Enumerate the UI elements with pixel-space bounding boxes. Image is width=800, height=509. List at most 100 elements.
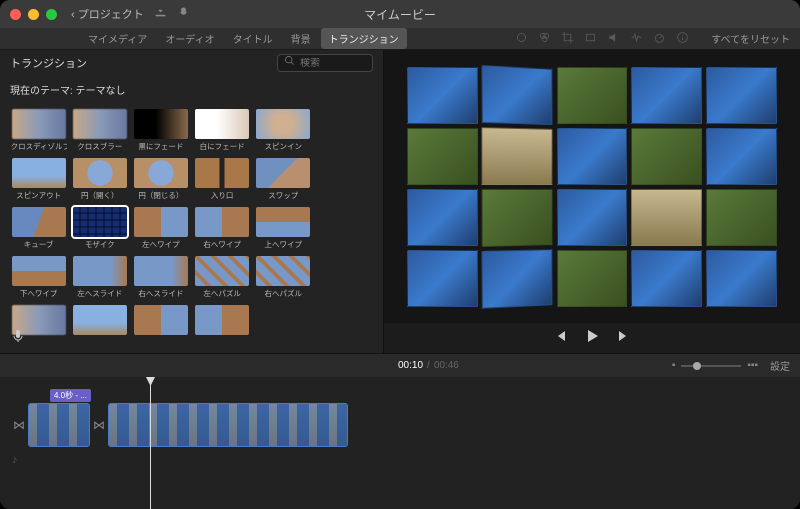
- transition-label: クロスブラー: [77, 141, 122, 152]
- transition-item[interactable]: 右へスライド: [132, 256, 189, 299]
- transition-thumbnail: [12, 158, 66, 188]
- transition-marker[interactable]: ⋈: [12, 418, 26, 432]
- transition-item[interactable]: スワップ: [255, 158, 312, 201]
- transition-item[interactable]: 左へスライド: [71, 256, 128, 299]
- back-to-projects-button[interactable]: ‹ プロジェクト: [71, 6, 144, 22]
- zoom-in-icon[interactable]: ▪▪▪: [747, 360, 758, 371]
- next-frame-button[interactable]: [616, 328, 632, 349]
- playback-controls: [384, 323, 800, 353]
- reset-all-button[interactable]: すべてをリセット: [711, 31, 790, 46]
- transition-marker[interactable]: ⋈: [92, 418, 106, 432]
- transition-thumbnail: [134, 256, 188, 286]
- settings-button[interactable]: 設定: [770, 358, 790, 373]
- time-total: 00:46: [434, 360, 459, 371]
- transition-item[interactable]: 白にフェード: [194, 109, 251, 152]
- transition-thumbnail: [195, 256, 249, 286]
- transition-label: 右へパズル: [264, 288, 302, 299]
- time-bar: 00:10 / 00:46 ▪ ▪▪▪ 設定: [0, 353, 800, 377]
- transition-thumbnail: [73, 158, 127, 188]
- transition-item[interactable]: キューブ: [10, 207, 67, 250]
- transition-item[interactable]: 入り口: [194, 158, 251, 201]
- noise-reduce-icon[interactable]: [630, 31, 643, 47]
- titlebar: ‹ プロジェクト マイムービー: [0, 0, 800, 28]
- tab-4[interactable]: トランジション: [321, 28, 407, 49]
- tab-0[interactable]: マイメディア: [80, 28, 155, 49]
- transition-item[interactable]: モザイク: [71, 207, 128, 250]
- timeline[interactable]: 4.0秒 - ... ⋈⋈ ♪: [0, 377, 800, 509]
- tab-3[interactable]: 背景: [283, 28, 319, 49]
- transition-item: [132, 305, 189, 337]
- zoom-control[interactable]: ▪ ▪▪▪: [672, 360, 758, 371]
- transition-thumbnail: [256, 109, 310, 139]
- zoom-window-button[interactable]: [46, 9, 57, 20]
- transition-label: モザイク: [85, 239, 115, 250]
- color-balance-icon[interactable]: [538, 31, 551, 47]
- transition-thumbnail: [195, 207, 249, 237]
- transition-label: スピンアウト: [16, 190, 61, 201]
- transitions-grid: クロスディゾルブクロスブラー黒にフェード白にフェードスピンインスピンアウト円（開…: [0, 103, 383, 353]
- audio-track[interactable]: ♪: [12, 453, 788, 467]
- transition-thumbnail: [134, 207, 188, 237]
- transition-item[interactable]: 円（閉じる）: [132, 158, 189, 201]
- transition-label: キューブ: [24, 239, 54, 250]
- transitions-browser: トランジション 現在のテーマ: テーマなし クロスディゾルブクロスブラー黒にフェ…: [0, 50, 384, 353]
- browser-title: トランジション: [10, 55, 269, 71]
- transition-item[interactable]: 右へパズル: [255, 256, 312, 299]
- prev-frame-button[interactable]: [552, 328, 568, 349]
- tab-2[interactable]: タイトル: [225, 28, 281, 49]
- viewer-tools: すべてをリセット: [515, 31, 790, 47]
- toolbar: マイメディアオーディオタイトル背景トランジション すべてをリセット: [0, 28, 800, 50]
- app-window: ‹ プロジェクト マイムービー マイメディアオーディオタイトル背景トランジション…: [0, 0, 800, 509]
- transition-thumbnail: [195, 109, 249, 139]
- transition-item[interactable]: クロスブラー: [71, 109, 128, 152]
- video-clip[interactable]: [28, 403, 90, 447]
- transition-item: [194, 305, 251, 337]
- mic-record-icon[interactable]: [177, 5, 190, 23]
- transition-thumbnail: [73, 109, 127, 139]
- transition-thumbnail: [12, 109, 66, 139]
- stabilize-icon[interactable]: [584, 31, 597, 47]
- search-icon: [283, 54, 296, 72]
- project-title: マイムービー: [364, 6, 436, 23]
- transition-item[interactable]: 左へワイプ: [132, 207, 189, 250]
- close-window-button[interactable]: [10, 9, 21, 20]
- preview-panel: [384, 50, 800, 353]
- transition-item[interactable]: 左へパズル: [194, 256, 251, 299]
- titlebar-icons: [154, 5, 190, 23]
- transition-thumbnail: [73, 305, 127, 335]
- import-media-icon[interactable]: [154, 5, 167, 23]
- transition-item[interactable]: 下へワイプ: [10, 256, 67, 299]
- speed-icon[interactable]: [653, 31, 666, 47]
- transition-item[interactable]: 上へワイプ: [255, 207, 312, 250]
- zoom-out-icon[interactable]: ▪: [672, 360, 676, 371]
- transition-item[interactable]: クロスディゾルブ: [10, 109, 67, 152]
- transition-thumbnail: [73, 207, 127, 237]
- video-track[interactable]: ⋈⋈: [12, 403, 788, 447]
- transition-item[interactable]: 黒にフェード: [132, 109, 189, 152]
- transition-item: [71, 305, 128, 337]
- playhead[interactable]: [150, 377, 151, 509]
- transition-label: 白にフェード: [200, 141, 245, 152]
- volume-icon[interactable]: [607, 31, 620, 47]
- crop-icon[interactable]: [561, 31, 574, 47]
- play-button[interactable]: [584, 328, 600, 349]
- browser-tabs: マイメディアオーディオタイトル背景トランジション: [80, 28, 407, 49]
- tab-1[interactable]: オーディオ: [157, 28, 222, 49]
- info-icon[interactable]: [676, 31, 689, 47]
- transition-label: 左へパズル: [203, 288, 241, 299]
- zoom-slider[interactable]: [681, 365, 741, 367]
- transition-label: 円（閉じる）: [138, 190, 183, 201]
- transition-item[interactable]: スピンアウト: [10, 158, 67, 201]
- viewer[interactable]: [384, 50, 800, 323]
- transition-item[interactable]: 右へワイプ: [194, 207, 251, 250]
- video-clip[interactable]: [108, 403, 348, 447]
- transition-item[interactable]: スピンイン: [255, 109, 312, 152]
- voiceover-icon[interactable]: [10, 328, 26, 349]
- search-input[interactable]: [300, 58, 367, 69]
- browser-header: トランジション: [0, 50, 383, 76]
- search-field[interactable]: [277, 54, 373, 72]
- transition-item[interactable]: 円（開く）: [71, 158, 128, 201]
- enhance-icon[interactable]: [515, 31, 528, 47]
- transition-thumbnail: [12, 207, 66, 237]
- minimize-window-button[interactable]: [28, 9, 39, 20]
